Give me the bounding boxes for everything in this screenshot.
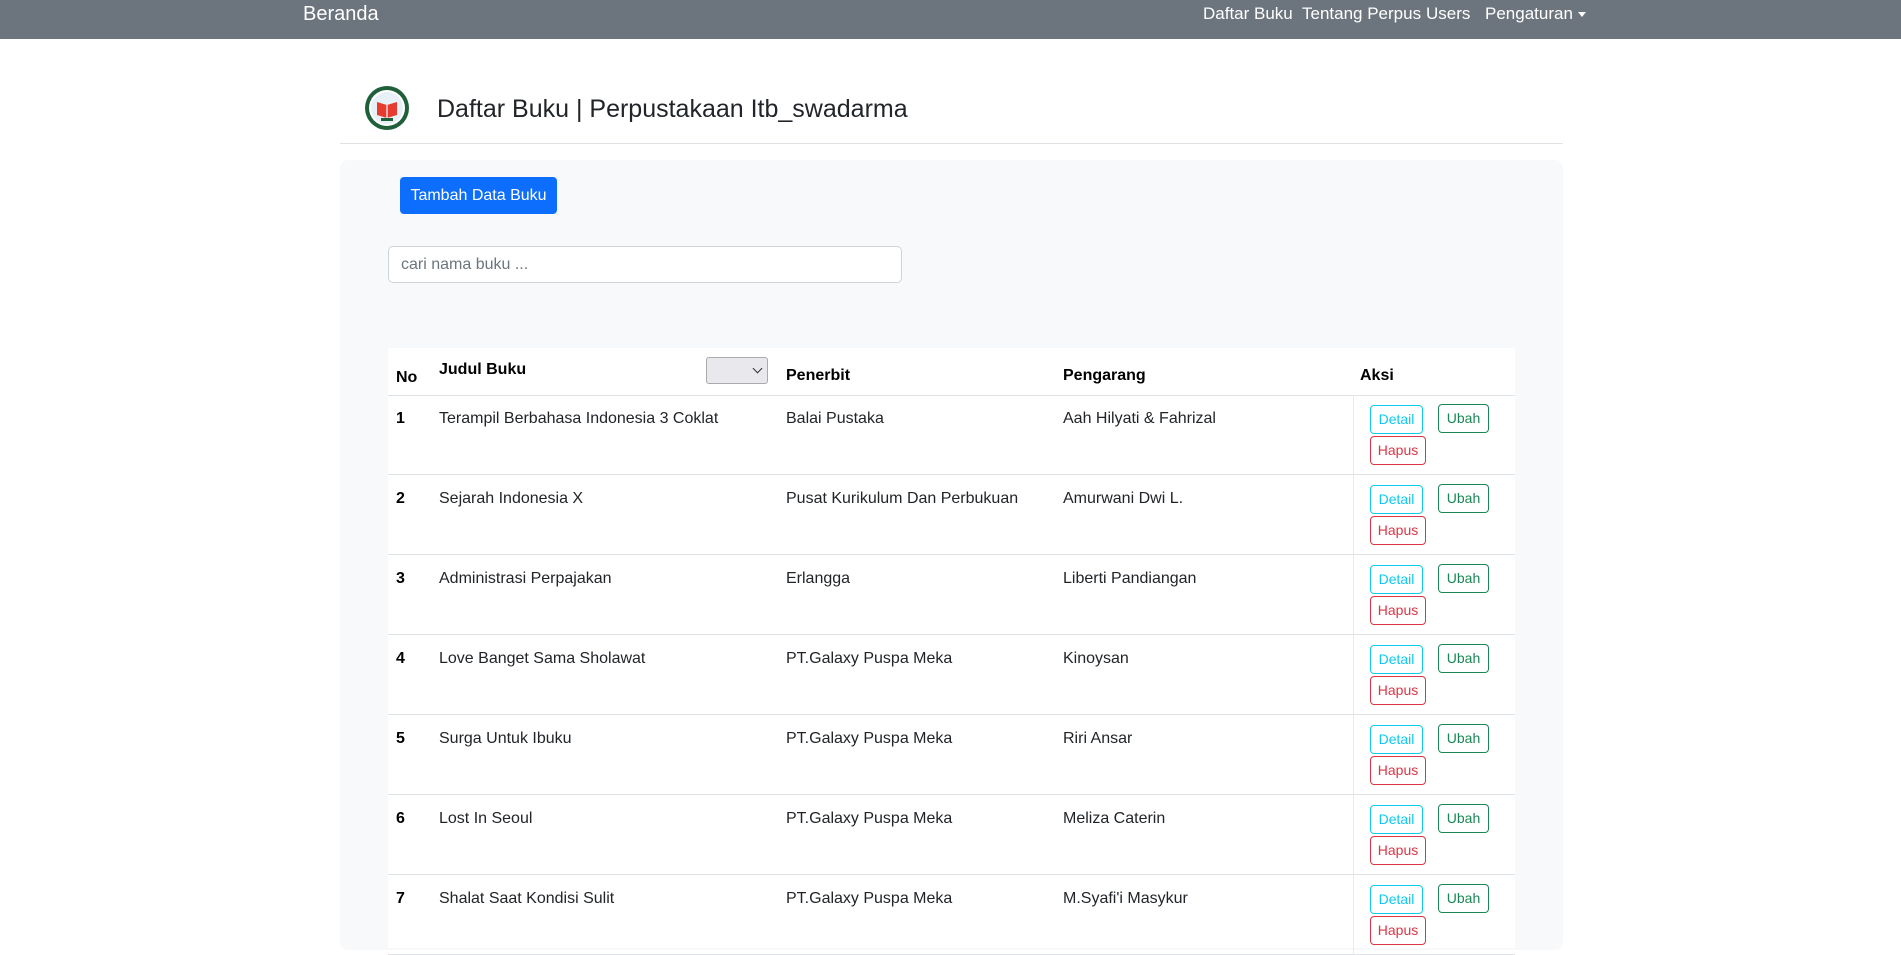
cell-publisher: PT.Galaxy Puspa Meka [786, 810, 953, 827]
edit-button[interactable]: Ubah [1438, 884, 1489, 913]
cell-no: 6 [396, 810, 405, 827]
top-navbar: Beranda Daftar Buku Tentang Perpus Users… [0, 0, 1901, 39]
nav-link-tentang-perpus[interactable]: Tentang Perpus [1302, 3, 1421, 25]
sort-select[interactable] [706, 357, 768, 384]
cell-no: 7 [396, 890, 405, 907]
table-row: 7 Shalat Saat Kondisi Sulit PT.Galaxy Pu… [388, 875, 1515, 955]
cell-publisher: PT.Galaxy Puspa Meka [786, 890, 953, 907]
cell-title: Terampil Berbahasa Indonesia 3 Coklat [439, 410, 719, 427]
cell-author: Aah Hilyati & Fahrizal [1063, 410, 1216, 427]
table-row: 5 Surga Untuk Ibuku PT.Galaxy Puspa Meka… [388, 715, 1515, 795]
delete-button[interactable]: Hapus [1370, 836, 1426, 865]
cell-author: M.Syafi'i Masykur [1063, 890, 1188, 907]
edit-button[interactable]: Ubah [1438, 484, 1489, 513]
cell-author: Liberti Pandiangan [1063, 570, 1197, 587]
cell-title: Love Banget Sama Sholawat [439, 650, 646, 667]
delete-button[interactable]: Hapus [1370, 516, 1426, 545]
edit-button[interactable]: Ubah [1438, 724, 1489, 753]
chevron-down-icon [752, 363, 763, 374]
detail-button[interactable]: Detail [1370, 645, 1423, 674]
edit-button[interactable]: Ubah [1438, 804, 1489, 833]
cell-title: Sejarah Indonesia X [439, 490, 584, 507]
cell-author: Amurwani Dwi L. [1063, 490, 1184, 507]
divider [1353, 795, 1354, 874]
books-table: No Judul Buku Penerbit Pengarang Aksi 1 … [388, 348, 1515, 955]
table-row: 3 Administrasi Perpajakan Erlangga Liber… [388, 555, 1515, 635]
header-publisher: Penerbit [786, 367, 851, 384]
cell-title: Surga Untuk Ibuku [439, 730, 572, 747]
delete-button[interactable]: Hapus [1370, 676, 1426, 705]
edit-button[interactable]: Ubah [1438, 644, 1489, 673]
delete-button[interactable]: Hapus [1370, 436, 1426, 465]
table-header: No Judul Buku Penerbit Pengarang Aksi [388, 348, 1515, 396]
header-no: No [396, 369, 418, 386]
nav-links: Daftar Buku [1203, 3, 1293, 25]
detail-button[interactable]: Detail [1370, 885, 1423, 914]
nav-link-daftar-buku[interactable]: Daftar Buku [1203, 3, 1293, 25]
divider [1353, 475, 1354, 554]
header-actions: Aksi [1360, 367, 1394, 384]
brand-link[interactable]: Beranda [303, 2, 379, 26]
cell-no: 2 [396, 490, 405, 507]
page-header: Daftar Buku | Perpustakaan Itb_swadarma [340, 72, 1563, 144]
divider [1353, 395, 1354, 474]
divider [1353, 715, 1354, 794]
divider [1353, 635, 1354, 714]
table-row: 6 Lost In Seoul PT.Galaxy Puspa Meka Mel… [388, 795, 1515, 875]
detail-button[interactable]: Detail [1370, 805, 1423, 834]
cell-author: Meliza Caterin [1063, 810, 1166, 827]
delete-button[interactable]: Hapus [1370, 596, 1426, 625]
header-author: Pengarang [1063, 367, 1146, 384]
caret-down-icon [1577, 11, 1586, 17]
edit-button[interactable]: Ubah [1438, 404, 1489, 433]
cell-publisher: PT.Galaxy Puspa Meka [786, 730, 953, 747]
cell-publisher: Pusat Kurikulum Dan Perbukuan [786, 490, 1019, 507]
header-title: Judul Buku [439, 361, 527, 378]
cell-title: Administrasi Perpajakan [439, 570, 612, 587]
cell-publisher: PT.Galaxy Puspa Meka [786, 650, 953, 667]
edit-button[interactable]: Ubah [1438, 564, 1489, 593]
cell-no: 4 [396, 650, 405, 667]
table-row: 1 Terampil Berbahasa Indonesia 3 Coklat … [388, 395, 1515, 475]
cell-author: Riri Ansar [1063, 730, 1133, 747]
cell-title: Shalat Saat Kondisi Sulit [439, 890, 615, 907]
divider [1353, 875, 1354, 954]
cell-publisher: Erlangga [786, 570, 851, 587]
itb-library-logo-icon [365, 86, 409, 130]
detail-button[interactable]: Detail [1370, 725, 1423, 754]
table-row: 4 Love Banget Sama Sholawat PT.Galaxy Pu… [388, 635, 1515, 715]
detail-button[interactable]: Detail [1370, 485, 1423, 514]
page-title: Daftar Buku | Perpustakaan Itb_swadarma [437, 95, 908, 123]
nav-dropdown-label[interactable]: Pengaturan [1485, 3, 1573, 25]
add-book-button[interactable]: Tambah Data Buku [400, 177, 557, 214]
detail-button[interactable]: Detail [1370, 405, 1423, 434]
divider [1353, 555, 1354, 634]
delete-button[interactable]: Hapus [1370, 756, 1426, 785]
cell-no: 1 [396, 410, 405, 427]
cell-author: Kinoysan [1063, 650, 1129, 667]
cell-no: 3 [396, 570, 405, 587]
detail-button[interactable]: Detail [1370, 565, 1423, 594]
nav-dropdown-pengaturan[interactable]: Pengaturan [1485, 3, 1586, 25]
cell-no: 5 [396, 730, 405, 747]
cell-title: Lost In Seoul [439, 810, 533, 827]
cell-publisher: Balai Pustaka [786, 410, 884, 427]
search-input[interactable] [388, 246, 902, 283]
nav-link-users[interactable]: Users [1426, 3, 1470, 25]
table-row: 2 Sejarah Indonesia X Pusat Kurikulum Da… [388, 475, 1515, 555]
